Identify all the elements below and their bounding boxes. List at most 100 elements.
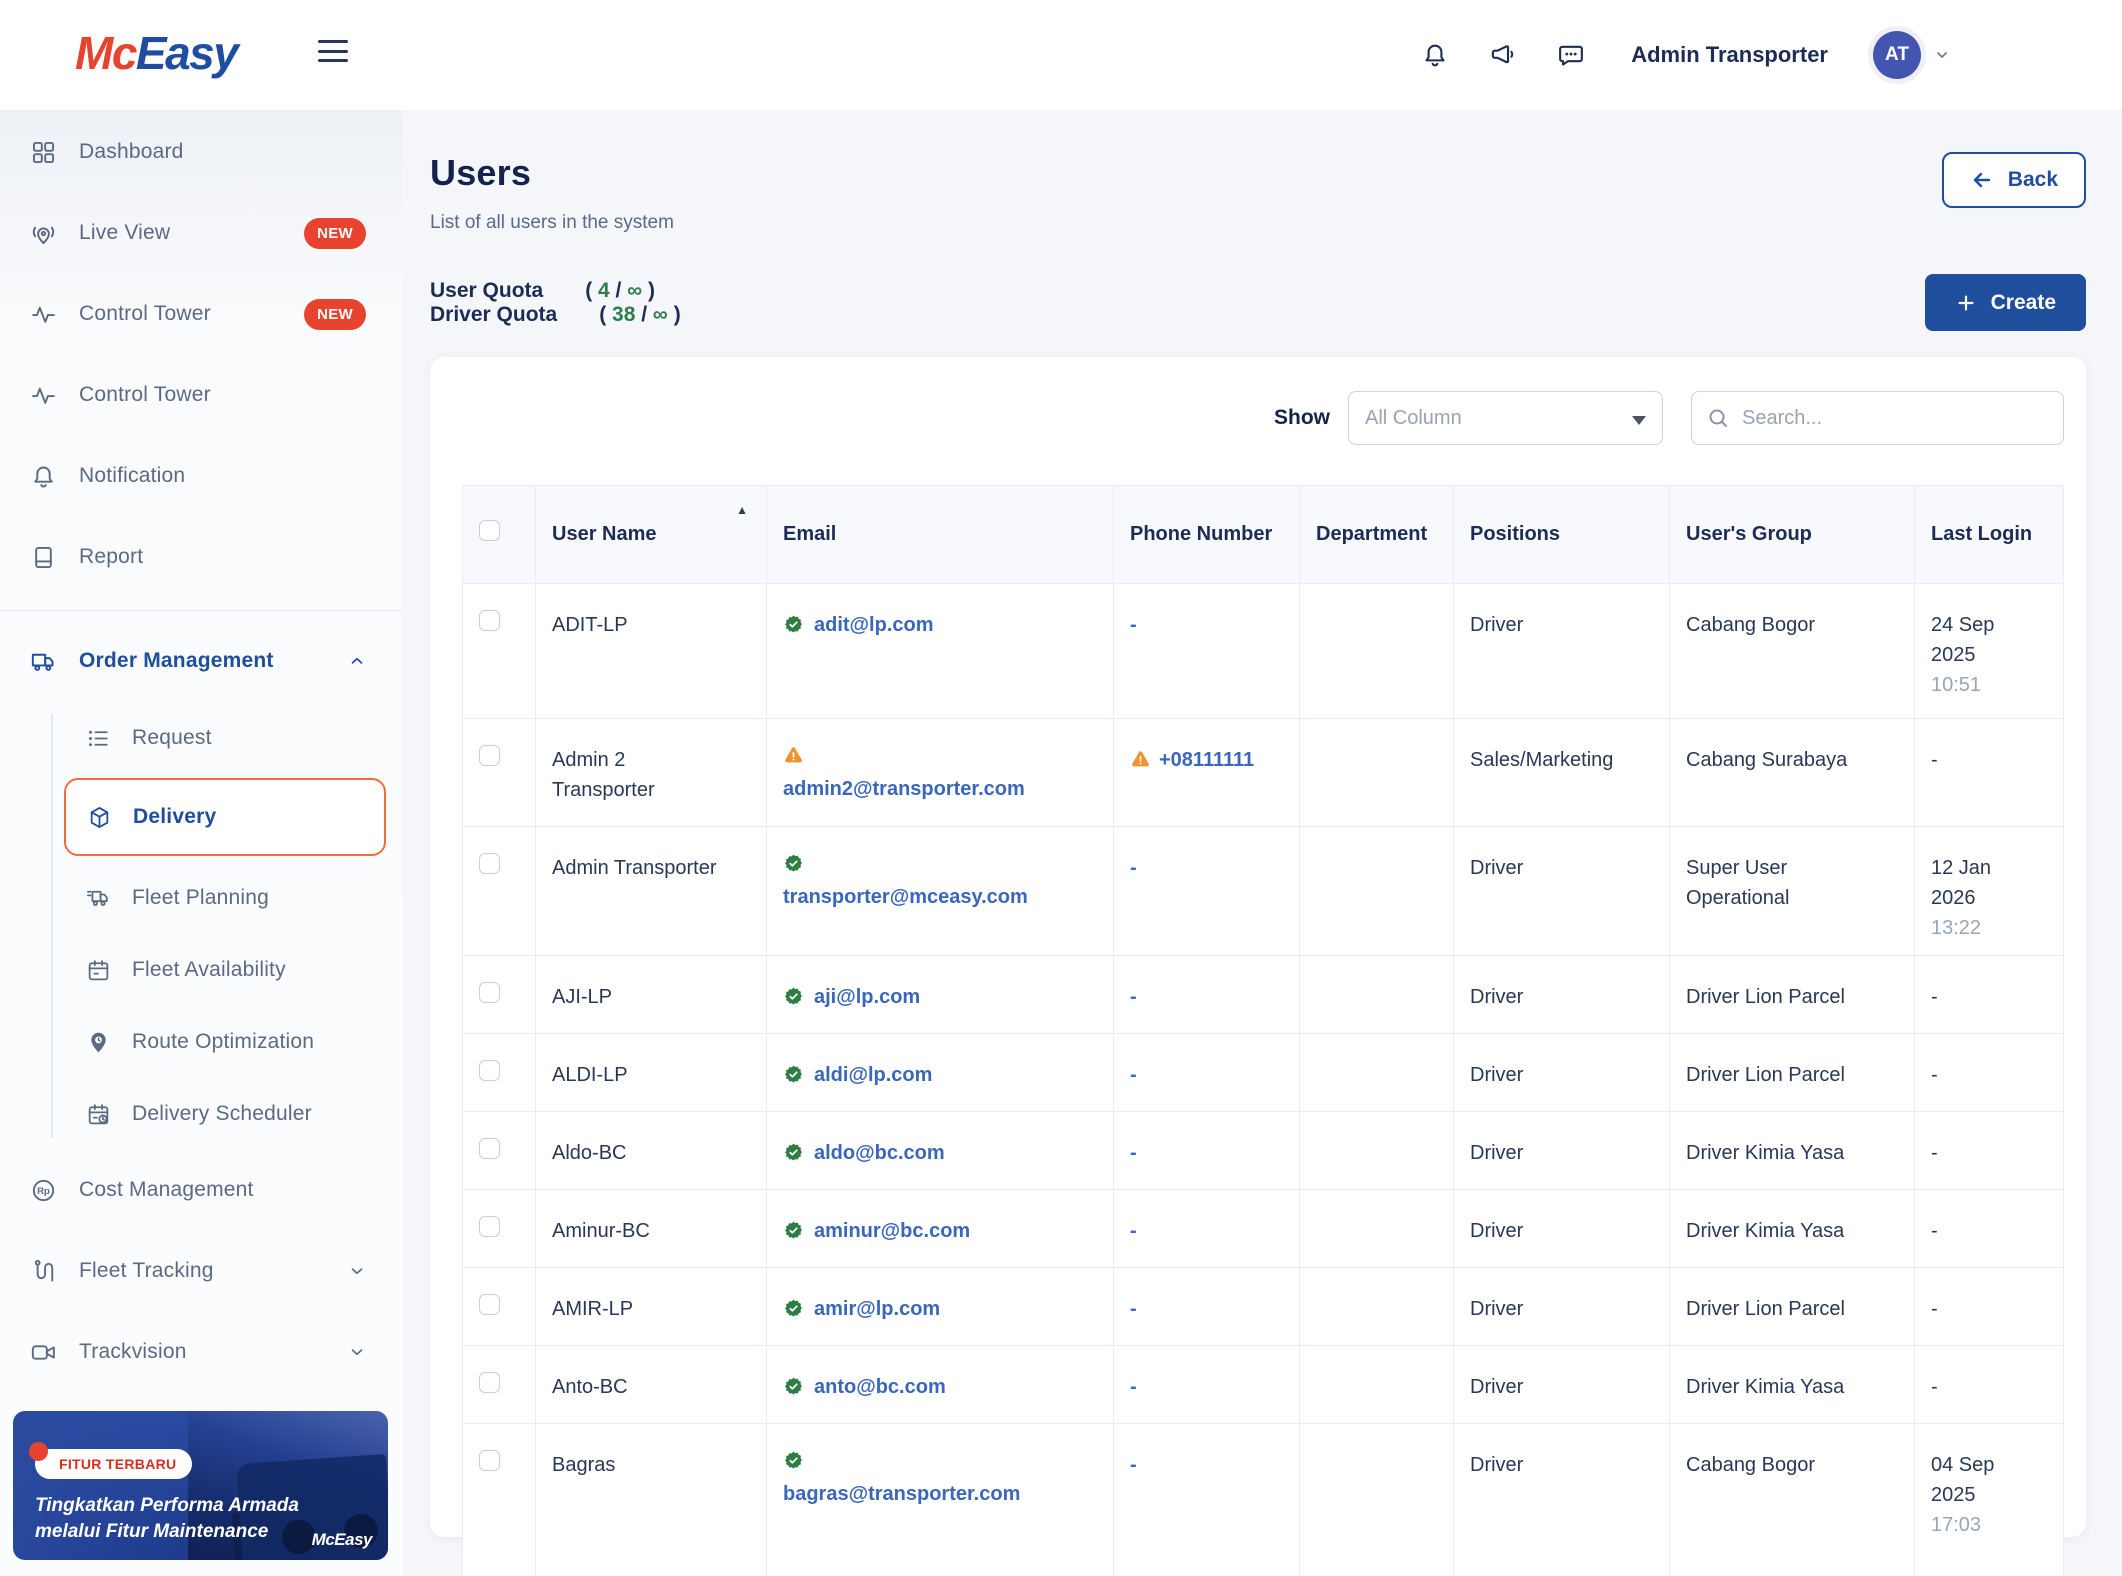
row-checkbox[interactable] xyxy=(479,610,500,631)
sidebar-item-control-tower[interactable]: Control Tower NEW xyxy=(0,286,402,342)
sidebar-item-order-management[interactable]: Order Management xyxy=(0,633,402,689)
tracking-icon xyxy=(30,1258,57,1285)
row-checkbox[interactable] xyxy=(479,1450,500,1471)
bell-icon xyxy=(30,463,57,490)
sidebar-item-route-optimization[interactable]: Route Optimization xyxy=(53,1018,402,1066)
sidebar-item-live-view[interactable]: Live View NEW xyxy=(0,205,402,261)
department-cell xyxy=(1299,1267,1454,1346)
truck-icon xyxy=(30,648,57,675)
column-header-label: Department xyxy=(1316,523,1428,545)
last-login-date: - xyxy=(1931,1142,1938,1164)
last-login-cell: 04 Sep 2025 17:03 xyxy=(1914,1423,2064,1576)
email-link[interactable]: admin2@transporter.com xyxy=(783,778,1025,800)
email-link[interactable]: aldi@lp.com xyxy=(814,1064,932,1086)
row-checkbox[interactable] xyxy=(479,1372,500,1393)
verified-badge-icon xyxy=(783,986,804,1007)
search-box xyxy=(1691,391,2064,445)
users-table-card: Show All Column User Name ▲ Email Phone Num… xyxy=(430,357,2086,1576)
email-link[interactable]: aji@lp.com xyxy=(814,986,920,1008)
email-link[interactable]: transporter@mceasy.com xyxy=(783,886,1028,908)
department-cell xyxy=(1299,1111,1454,1190)
user-menu[interactable]: AT xyxy=(1868,26,1950,84)
column-header-email[interactable]: Email xyxy=(766,485,1114,584)
sort-ascending-icon[interactable]: ▲ xyxy=(736,502,748,519)
sidebar-item-label: Live View xyxy=(79,221,171,244)
last-login-cell: - xyxy=(1914,1189,2064,1268)
users-group-cell: Driver Lion Parcel xyxy=(1669,1267,1915,1346)
users-group-value: Driver Lion Parcel xyxy=(1686,986,1845,1008)
select-all-header-cell xyxy=(462,485,536,584)
last-login-time: 10:51 xyxy=(1931,674,1982,696)
row-checkbox[interactable] xyxy=(479,1138,500,1159)
row-checkbox[interactable] xyxy=(479,1060,500,1081)
column-header-user-name[interactable]: User Name ▲ xyxy=(535,485,767,584)
users-group-cell: Cabang Bogor xyxy=(1669,583,1915,719)
user-name: AJI-LP xyxy=(552,986,613,1008)
phone-link[interactable]: +08111111 xyxy=(1159,749,1254,771)
column-header-positions[interactable]: Positions xyxy=(1453,485,1670,584)
sidebar-item-delivery-scheduler[interactable]: Delivery Scheduler xyxy=(53,1090,402,1138)
promo-banner[interactable]: FITUR TERBARU Tingkatkan Performa Armada… xyxy=(13,1411,388,1560)
table-row: Admin Transporter transporter@mceasy.com -… xyxy=(462,826,2064,956)
sidebar-item-control-tower[interactable]: Control Tower xyxy=(0,367,402,423)
row-checkbox[interactable] xyxy=(479,982,500,1003)
notification-bell-icon[interactable] xyxy=(1421,41,1449,69)
select-all-checkbox[interactable] xyxy=(479,519,500,541)
row-checkbox[interactable] xyxy=(479,853,500,874)
search-input[interactable] xyxy=(1742,406,2049,430)
show-label: Show xyxy=(1274,406,1330,429)
sidebar-item-fleet-planning[interactable]: Fleet Planning xyxy=(53,874,402,922)
sidebar-item-fleet-tracking[interactable]: Fleet Tracking xyxy=(0,1243,402,1299)
email-link[interactable]: bagras@transporter.com xyxy=(783,1483,1020,1505)
sidebar-item-label: Cost Management xyxy=(79,1178,254,1201)
quota-label: Driver Quota xyxy=(430,302,558,326)
sidebar-item-delivery[interactable]: Delivery xyxy=(64,778,386,856)
column-filter-select[interactable]: All Column xyxy=(1348,391,1663,445)
row-select-cell xyxy=(462,826,536,956)
back-button[interactable]: Back xyxy=(1941,152,2086,208)
sidebar-item-dashboard[interactable]: Dashboard xyxy=(0,124,402,180)
chat-icon[interactable] xyxy=(1557,41,1585,69)
top-bar: McEasy Admin Transporter AT xyxy=(0,0,2122,110)
column-header-department[interactable]: Department xyxy=(1299,485,1454,584)
row-checkbox[interactable] xyxy=(479,1216,500,1237)
column-header-phone-number[interactable]: Phone Number xyxy=(1113,485,1300,584)
current-user-name: Admin Transporter xyxy=(1631,42,1828,67)
user-name: AMIR-LP xyxy=(552,1298,634,1320)
sidebar-item-cost-management[interactable]: Rp Cost Management xyxy=(0,1162,402,1218)
column-header-last-login[interactable]: Last Login xyxy=(1914,485,2064,584)
column-header-user-s-group[interactable]: User's Group xyxy=(1669,485,1915,584)
calendar-icon xyxy=(85,958,112,983)
users-group-value: Cabang Bogor xyxy=(1686,1454,1815,1476)
email-link[interactable]: anto@bc.com xyxy=(814,1376,946,1398)
sidebar-item-trackvision[interactable]: Trackvision xyxy=(0,1324,402,1380)
user-name: Aminur-BC xyxy=(552,1220,650,1242)
sidebar-item-request[interactable]: Request xyxy=(53,714,402,762)
search-icon xyxy=(1709,409,1727,427)
users-group-value: Driver Kimia Yasa xyxy=(1686,1220,1845,1242)
department-cell xyxy=(1299,1033,1454,1112)
row-checkbox[interactable] xyxy=(479,1294,500,1315)
sidebar-item-label: Notification xyxy=(79,464,186,487)
last-login-date: - xyxy=(1931,1064,1938,1086)
row-checkbox[interactable] xyxy=(479,745,500,766)
arrow-left-icon xyxy=(1973,172,1990,188)
user-name-cell: AJI-LP xyxy=(535,955,767,1034)
email-cell: transporter@mceasy.com xyxy=(766,826,1114,956)
sidebar-item-report[interactable]: Report xyxy=(0,529,402,585)
hamburger-menu-icon[interactable] xyxy=(318,38,348,64)
email-link[interactable]: aminur@bc.com xyxy=(814,1220,970,1242)
positions-cell: Driver xyxy=(1453,1111,1670,1190)
email-link[interactable]: aldo@bc.com xyxy=(814,1142,945,1164)
phone-cell: - xyxy=(1113,1189,1300,1268)
email-link[interactable]: amir@lp.com xyxy=(814,1298,940,1320)
column-header-label: User Name xyxy=(552,523,657,545)
create-button[interactable]: Create xyxy=(1924,274,2086,331)
sidebar-item-fleet-availability[interactable]: Fleet Availability xyxy=(53,946,402,994)
sidebar-item-notification[interactable]: Notification xyxy=(0,448,402,504)
sidebar-item-label: Route Optimization xyxy=(132,1030,315,1053)
megaphone-icon[interactable] xyxy=(1489,41,1517,69)
verified-badge-icon xyxy=(783,1298,804,1319)
phone-value: - xyxy=(1130,1064,1137,1086)
email-link[interactable]: adit@lp.com xyxy=(814,614,934,636)
